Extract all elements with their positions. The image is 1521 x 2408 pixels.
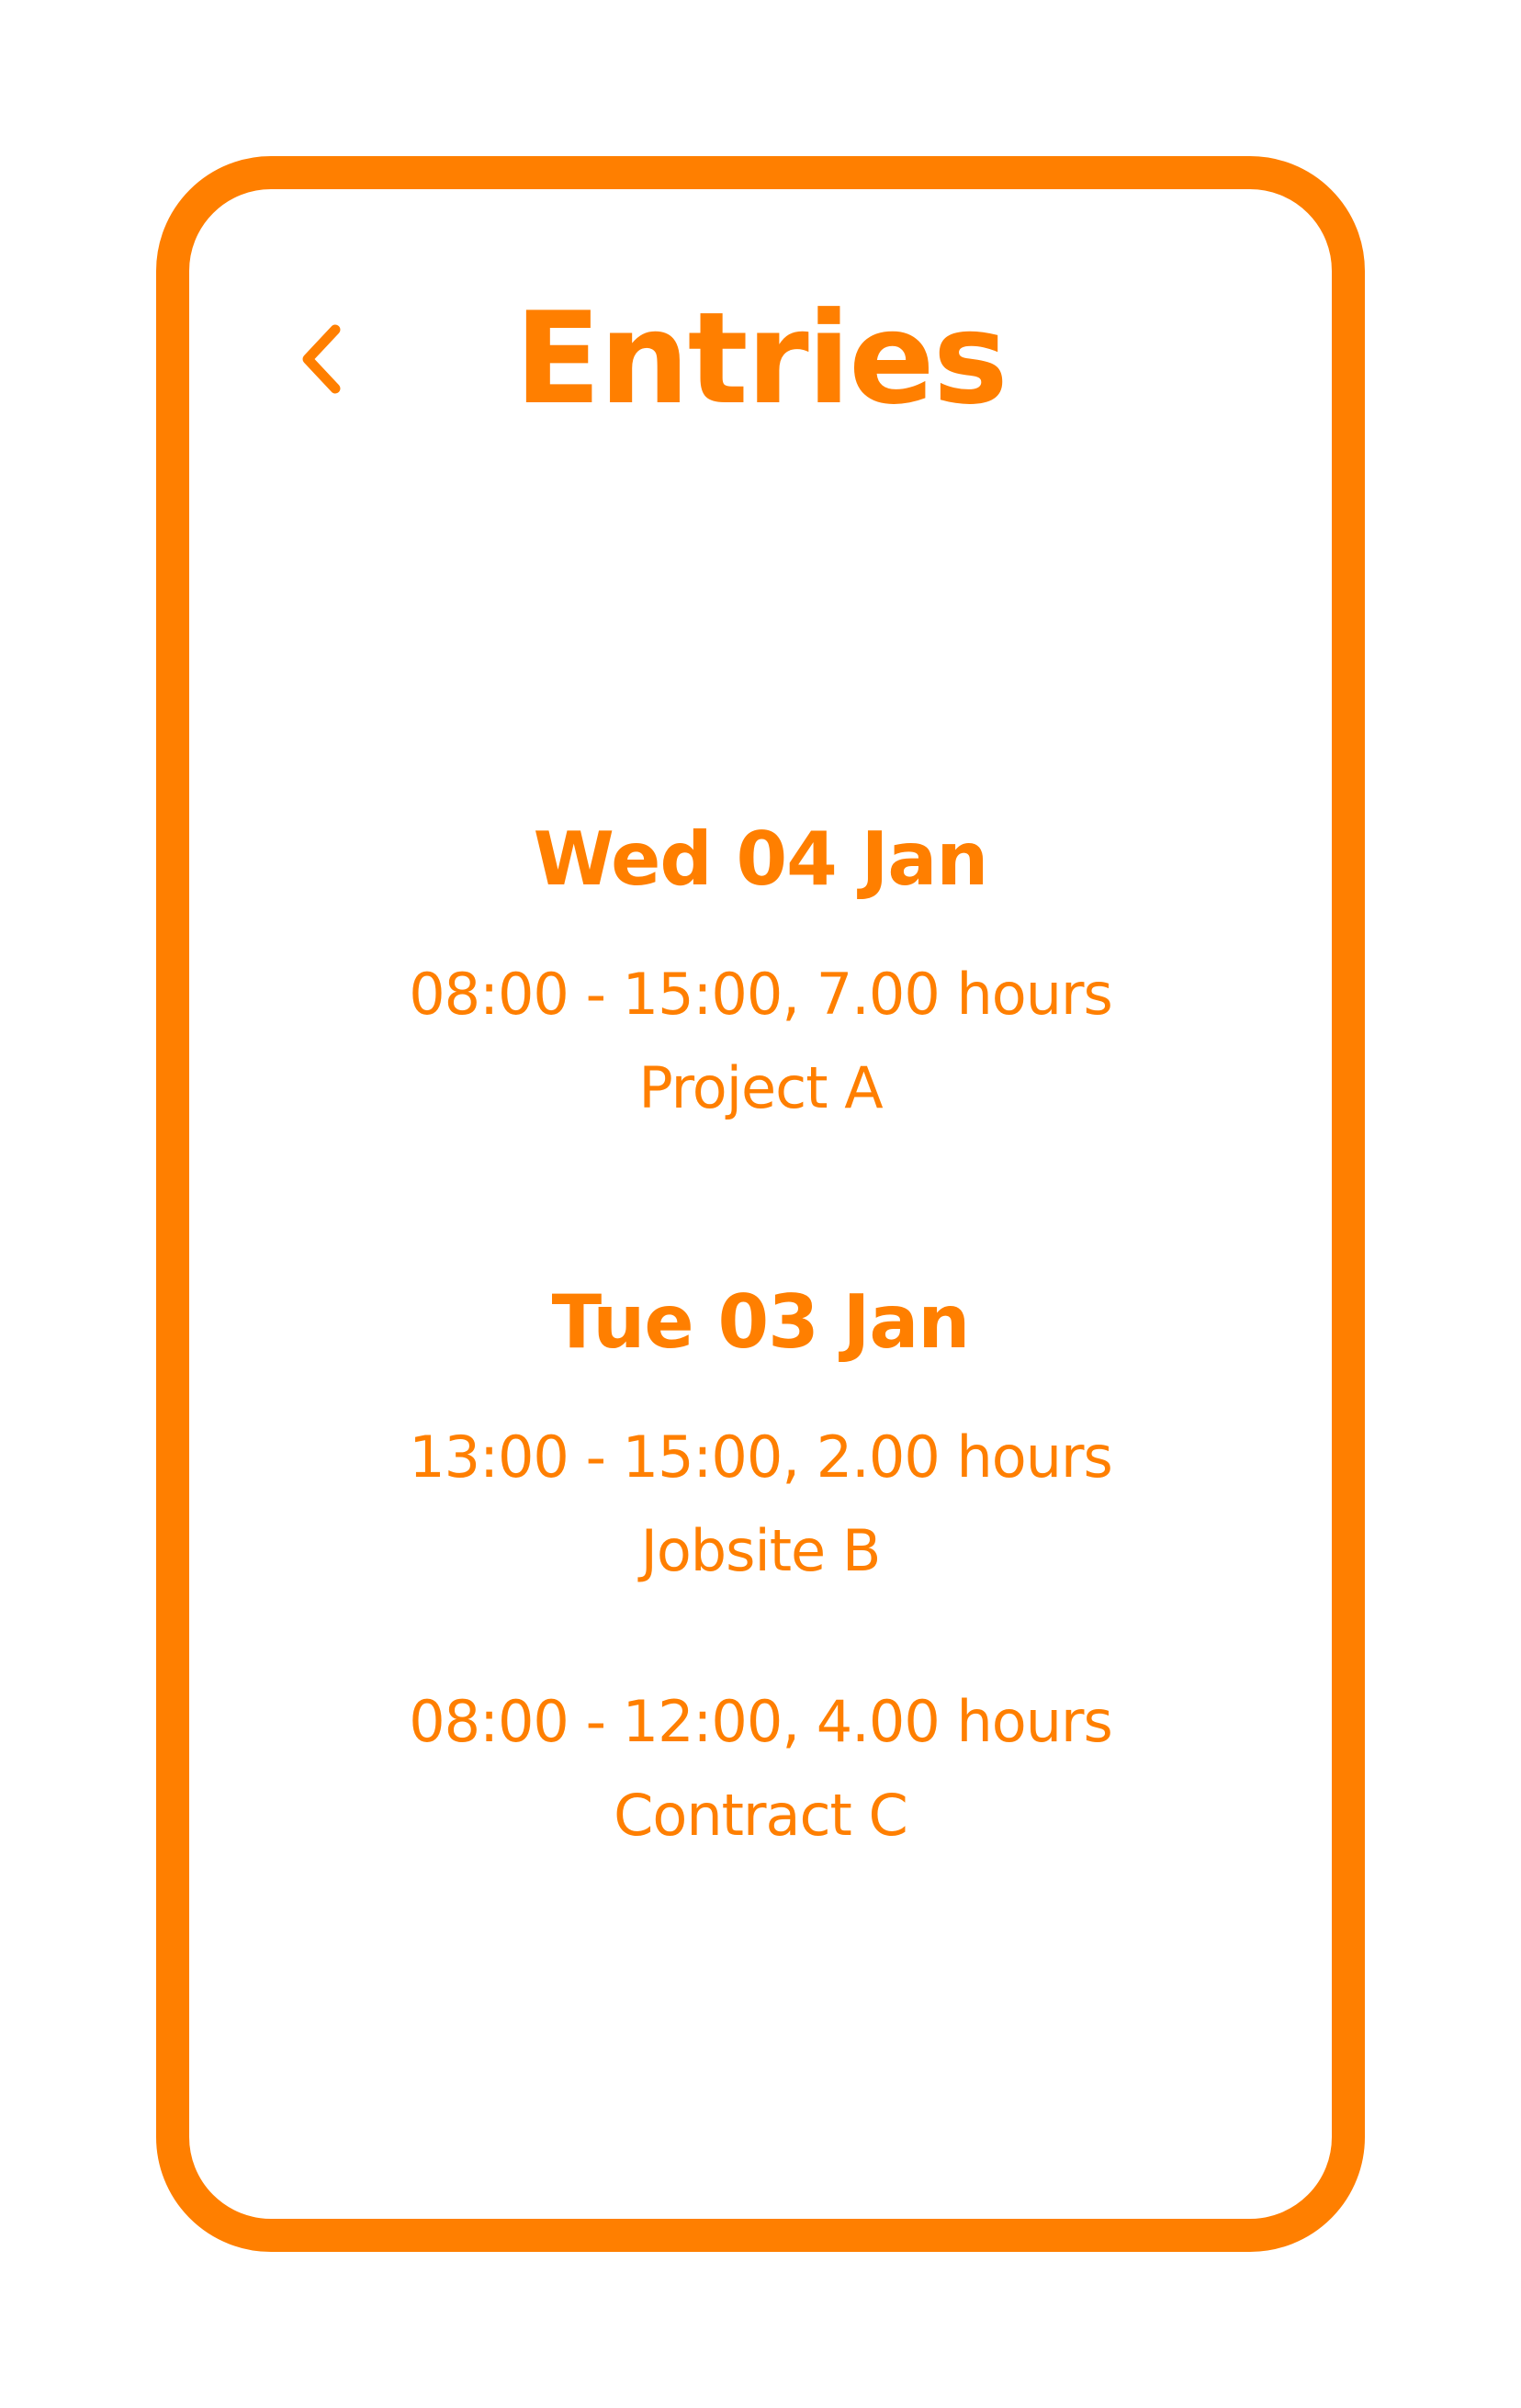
day-group: Wed 04 Jan 08:00 - 15:00, 7.00 hours Pro… (189, 814, 1332, 1135)
entry-time: 13:00 - 15:00, 2.00 hours (409, 1423, 1113, 1491)
day-header: Tue 03 Jan (551, 1279, 971, 1365)
page-title: Entries (514, 285, 1008, 433)
device-frame: Entries Wed 04 Jan 08:00 - 15:00, 7.00 h… (156, 156, 1365, 2252)
day-group: Tue 03 Jan 13:00 - 15:00, 2.00 hours Job… (189, 1277, 1332, 1862)
entries-list: Wed 04 Jan 08:00 - 15:00, 7.00 hours Pro… (189, 814, 1332, 1862)
entry-project: Contract C (614, 1782, 908, 1849)
entry-time: 08:00 - 15:00, 7.00 hours (409, 961, 1113, 1028)
entry-project: Project A (638, 1054, 883, 1121)
entry-time: 08:00 - 12:00, 4.00 hours (409, 1688, 1113, 1755)
list-item[interactable]: 08:00 - 12:00, 4.00 hours Contract C (189, 1675, 1332, 1862)
day-header: Wed 04 Jan (533, 816, 989, 902)
list-item[interactable]: 13:00 - 15:00, 2.00 hours Jobsite B (189, 1411, 1332, 1598)
entry-project: Jobsite B (640, 1517, 882, 1584)
list-item[interactable]: 08:00 - 15:00, 7.00 hours Project A (189, 948, 1332, 1135)
